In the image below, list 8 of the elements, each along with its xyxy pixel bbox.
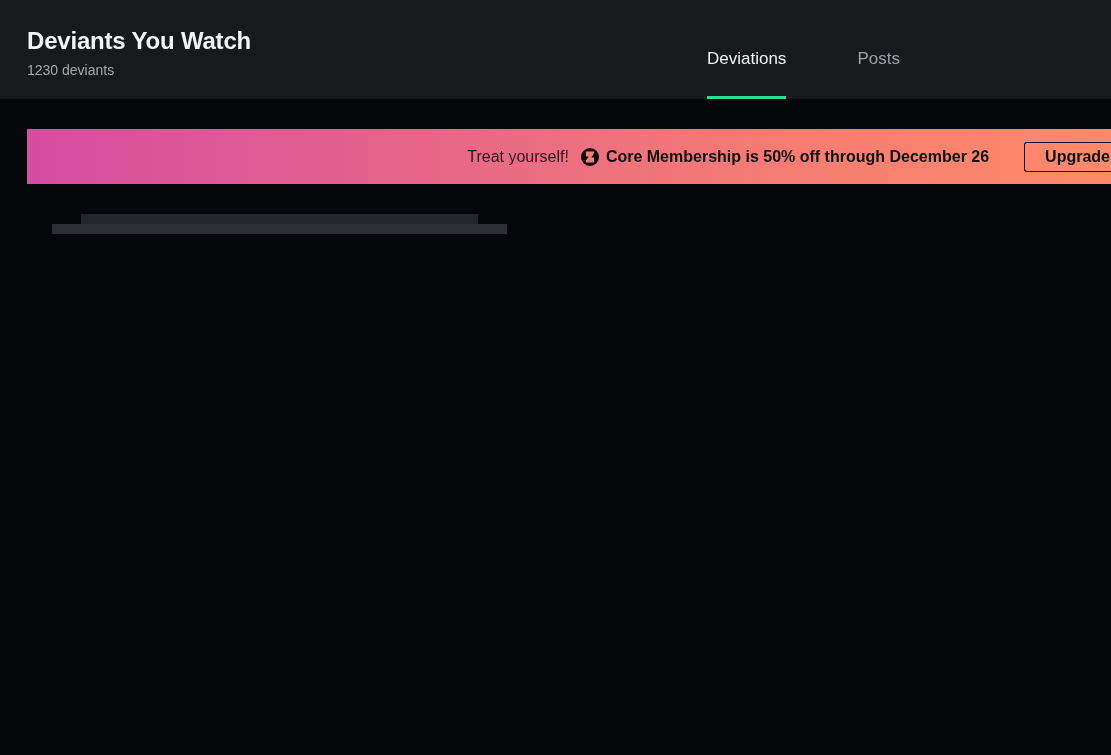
tab[interactable]: Deviations: [707, 0, 787, 99]
promo-message: Core Membership is 50% off through December 26: [605, 147, 990, 166]
page-title: Deviants You Watch: [27, 27, 251, 55]
logo-icon: [580, 147, 599, 166]
promo-lead-text: Treat yourself!: [467, 147, 569, 166]
tab[interactable]: Posts: [857, 0, 900, 99]
watch-count: 1230 deviants: [27, 62, 115, 78]
upgrade-button[interactable]: Upgrade: [1024, 141, 1111, 172]
